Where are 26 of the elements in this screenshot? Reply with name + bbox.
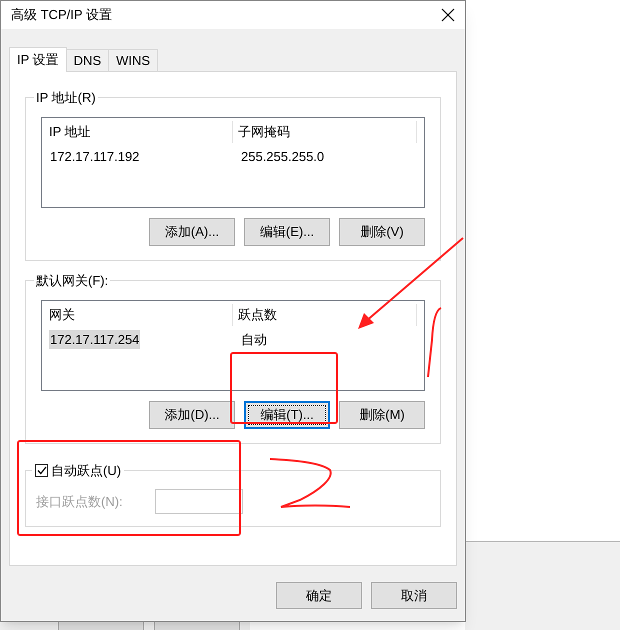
- list-cell[interactable]: 172.17.117.192: [49, 147, 234, 167]
- tab[interactable]: IP 设置: [9, 47, 67, 72]
- dialog-button[interactable]: 取消: [371, 582, 457, 609]
- checkbox-label[interactable]: 自动跃点(U): [32, 461, 124, 480]
- dialog-button[interactable]: 添加(A)...: [149, 218, 235, 246]
- list-cell[interactable]: 172.17.117.254: [49, 330, 234, 350]
- window-title: 高级 TCP/IP 设置: [11, 6, 112, 24]
- checkbox[interactable]: [35, 464, 48, 478]
- dialog-button[interactable]: 编辑(T)...: [244, 401, 330, 429]
- column-header[interactable]: IP 地址: [49, 121, 233, 143]
- column-header[interactable]: 子网掩码: [232, 121, 417, 143]
- column-header[interactable]: 网关: [49, 304, 233, 326]
- close-icon[interactable]: [441, 8, 455, 22]
- dialog-button[interactable]: 确定: [276, 582, 362, 609]
- dialog-button[interactable]: 添加(D)...: [149, 401, 235, 429]
- field-label: 接口跃点数(N):: [36, 492, 123, 511]
- dialog-button[interactable]: 编辑(E)...: [244, 218, 330, 246]
- list-cell[interactable]: 255.255.255.0: [234, 147, 326, 167]
- group-label: IP 地址(R): [34, 88, 98, 108]
- annotation-line: [427, 307, 442, 378]
- group-label: 默认网关(F):: [34, 271, 110, 290]
- dialog-button[interactable]: 删除(V): [339, 218, 425, 246]
- dialog-button[interactable]: 删除(M): [339, 401, 425, 429]
- check-icon: [36, 466, 46, 476]
- tab[interactable]: WINS: [108, 49, 158, 71]
- list-cell[interactable]: 自动: [234, 330, 268, 350]
